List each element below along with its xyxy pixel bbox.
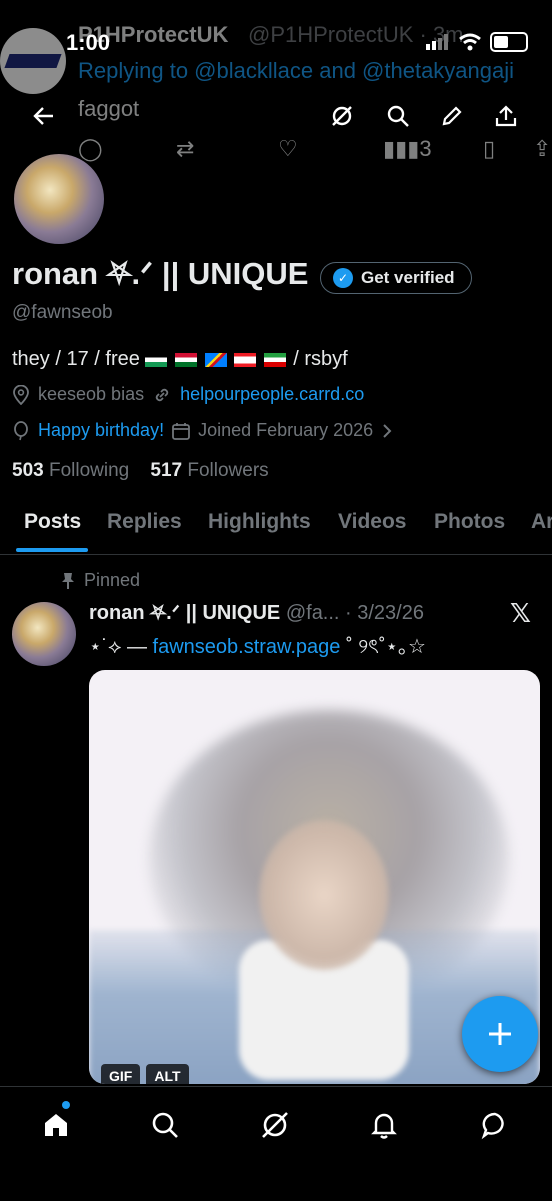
tab-posts[interactable]: Posts <box>24 510 81 534</box>
profile-meta-row-2: Happy birthday! Joined February 2026 <box>12 420 393 441</box>
signal-icon <box>426 34 448 50</box>
profile-location: keeseob bias <box>38 384 145 404</box>
post-link[interactable]: fawnseob.straw.page <box>153 636 341 658</box>
alt-badge[interactable]: ALT <box>146 1064 189 1084</box>
grok-icon <box>262 1112 288 1138</box>
ghost-avatar <box>0 28 66 94</box>
back-arrow-icon <box>33 107 53 125</box>
pinned-indicator: Pinned <box>60 570 140 591</box>
grok-button[interactable] <box>326 100 358 132</box>
tab-highlights[interactable]: Highlights <box>208 510 311 534</box>
status-time: 1:00 <box>66 30 111 55</box>
tab-photos[interactable]: Photos <box>434 510 505 534</box>
post-author[interactable]: ronan ⛧.ᐟ || UNIQUE <box>89 602 280 624</box>
flag-icon <box>145 352 168 367</box>
grok-icon <box>332 106 352 126</box>
ghost-actions: ◯ ⇄ ♡ ▮▮▮ 3 ▯ ⇪ <box>78 136 552 161</box>
follow-stats: 503 Following 517 Followers <box>12 460 269 482</box>
profile-bio: they / 17 / free / rsbyf <box>12 348 348 370</box>
back-button[interactable] <box>28 100 60 132</box>
flag-icon <box>234 352 257 367</box>
gif-badge: GIF <box>101 1064 141 1084</box>
location-icon <box>13 384 29 405</box>
x-logo-icon: 𝕏 <box>510 598 531 628</box>
status-icons <box>426 32 528 52</box>
get-verified-label: Get verified <box>361 268 455 287</box>
profile-link[interactable]: helpourpeople.carrd.co <box>180 384 364 405</box>
profile-joined: Joined February 2026 <box>198 420 374 440</box>
profile-handle: @fawnseob <box>12 302 113 323</box>
post-header: ronan ⛧.ᐟ || UNIQUE @fa... · 3/23/26 <box>89 600 424 625</box>
flag-icon <box>204 352 227 367</box>
tab-videos[interactable]: Videos <box>338 510 406 534</box>
nav-notifications[interactable] <box>364 1105 404 1145</box>
following-link[interactable]: 503 Following <box>12 460 129 481</box>
profile-birthday[interactable]: Happy birthday! <box>38 420 164 441</box>
ghost-text: faggot <box>78 96 140 121</box>
chevron-right-icon[interactable] <box>381 423 393 439</box>
nav-home[interactable] <box>36 1105 76 1145</box>
nav-messages[interactable] <box>475 1105 515 1145</box>
bottom-nav <box>0 1086 552 1201</box>
get-verified-button[interactable]: ✓ Get verified <box>320 262 472 294</box>
search-icon <box>387 105 409 127</box>
share-icon <box>495 105 517 127</box>
plus-icon <box>489 1023 511 1045</box>
edit-icon <box>442 106 462 126</box>
verified-badge-icon: ✓ <box>333 268 353 288</box>
profile-avatar[interactable] <box>12 152 106 246</box>
media-badges: GIF ALT <box>101 1064 189 1084</box>
edit-button[interactable] <box>436 100 468 132</box>
display-name: ronan ⛧.ᐟ || UNIQUE <box>12 256 309 291</box>
post-text: ⋆˙⟡ — fawnseob.straw.page ˚ ୨ৎ˚⋆｡☆ <box>89 636 426 658</box>
battery-icon <box>490 32 528 52</box>
home-icon <box>45 1114 67 1136</box>
search-button[interactable] <box>382 100 414 132</box>
followers-link[interactable]: 517 Followers <box>150 460 268 481</box>
flag-icon <box>174 352 197 367</box>
search-icon <box>152 1112 178 1138</box>
messages-icon <box>481 1112 504 1140</box>
compose-button[interactable] <box>462 996 538 1072</box>
post-meta: @fa... · 3/23/26 <box>285 602 424 624</box>
ghost-reply: Replying to @blackllace and @thetakyanga… <box>78 58 515 83</box>
nav-search[interactable] <box>145 1105 185 1145</box>
notifications-icon <box>371 1113 397 1139</box>
link-icon <box>155 388 169 401</box>
nav-grok[interactable] <box>255 1105 295 1145</box>
calendar-icon <box>172 422 190 440</box>
profile-meta-row-1: keeseob bias helpourpeople.carrd.co <box>12 384 364 405</box>
tab-replies[interactable]: Replies <box>107 510 182 534</box>
balloon-icon <box>14 420 28 440</box>
post-avatar[interactable] <box>12 602 76 666</box>
flag-icon <box>263 352 286 367</box>
profile-tabs: Posts Replies Highlights Videos Photos A… <box>0 498 552 555</box>
active-tab-indicator <box>16 548 88 552</box>
wifi-icon <box>459 33 481 51</box>
pin-icon <box>62 572 74 589</box>
share-button[interactable] <box>490 100 522 132</box>
tab-articles[interactable]: Ar <box>531 510 552 534</box>
